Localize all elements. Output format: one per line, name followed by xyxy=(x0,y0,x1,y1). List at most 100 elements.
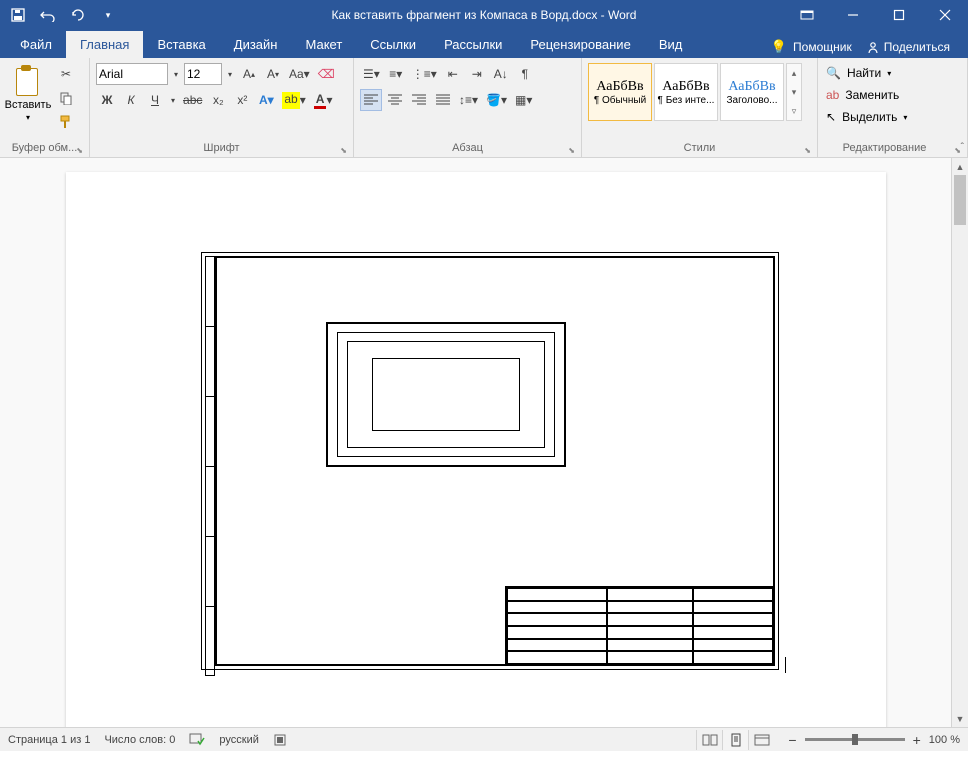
strikethrough-button[interactable]: abc xyxy=(180,89,205,111)
scrollbar-thumb[interactable] xyxy=(954,175,966,225)
close-icon[interactable] xyxy=(922,0,968,30)
underline-dropdown-icon[interactable]: ▾ xyxy=(168,89,178,111)
page xyxy=(66,172,886,727)
styles-down-icon[interactable]: ▾ xyxy=(787,83,801,101)
status-bar: Страница 1 из 1 Число слов: 0 русский − … xyxy=(0,727,968,751)
style-preview: АаБбВв xyxy=(728,79,775,95)
sort-icon[interactable]: A↓ xyxy=(490,63,512,85)
subscript-button[interactable]: x₂ xyxy=(207,89,229,111)
find-button[interactable]: 🔍 Найти ▾ xyxy=(826,63,908,83)
undo-icon[interactable] xyxy=(36,3,60,27)
style-no-spacing[interactable]: АаБбВв ¶ Без инте... xyxy=(654,63,718,121)
underline-button[interactable]: Ч xyxy=(144,89,166,111)
print-layout-icon[interactable] xyxy=(722,730,748,750)
style-name: Заголово... xyxy=(727,95,778,106)
view-buttons xyxy=(696,730,774,750)
embedded-drawing[interactable] xyxy=(201,252,779,670)
font-name-combo[interactable] xyxy=(96,63,168,85)
clipboard-icon xyxy=(12,65,44,97)
spellcheck-icon[interactable] xyxy=(189,733,205,747)
vertical-scrollbar[interactable]: ▲ ▼ xyxy=(951,158,968,727)
bold-button[interactable]: Ж xyxy=(96,89,118,111)
align-right-icon[interactable] xyxy=(408,89,430,111)
style-preview: АаБбВв xyxy=(662,79,709,95)
bullets-icon[interactable]: ☰▾ xyxy=(360,63,383,85)
zoom-out-button[interactable]: − xyxy=(788,732,796,748)
word-count[interactable]: Число слов: 0 xyxy=(104,734,175,746)
numbering-icon[interactable]: ≡▾ xyxy=(385,63,407,85)
redo-icon[interactable] xyxy=(66,3,90,27)
font-size-dropdown-icon[interactable]: ▾ xyxy=(224,63,236,85)
format-painter-icon[interactable] xyxy=(55,111,77,133)
window-title: Как вставить фрагмент из Компаса в Ворд.… xyxy=(332,8,637,22)
shading-icon[interactable]: 🪣▾ xyxy=(483,89,510,111)
macro-icon[interactable] xyxy=(273,733,287,747)
borders-icon[interactable]: ▦▾ xyxy=(512,89,535,111)
text-effects-icon[interactable]: A▾ xyxy=(255,89,277,111)
tab-design[interactable]: Дизайн xyxy=(220,31,292,58)
zoom-in-button[interactable]: + xyxy=(913,732,921,748)
read-mode-icon[interactable] xyxy=(696,730,722,750)
justify-icon[interactable] xyxy=(432,89,454,111)
show-marks-icon[interactable]: ¶ xyxy=(514,63,536,85)
ribbon-tabs: Файл Главная Вставка Дизайн Макет Ссылки… xyxy=(0,30,968,58)
styles-more-icon[interactable]: ▿ xyxy=(787,102,801,120)
tell-me-field[interactable]: Помощник xyxy=(793,40,852,54)
scroll-down-icon[interactable]: ▼ xyxy=(952,710,968,727)
tab-references[interactable]: Ссылки xyxy=(356,31,430,58)
ribbon: Вставить ▾ ✂ Буфер обм... ▾ ▾ A▴ xyxy=(0,58,968,158)
tab-view[interactable]: Вид xyxy=(645,31,697,58)
multilevel-icon[interactable]: ⋮≡▾ xyxy=(409,63,440,85)
replace-label: Заменить xyxy=(845,88,899,102)
ribbon-display-icon[interactable] xyxy=(784,0,830,30)
group-clipboard: Вставить ▾ ✂ Буфер обм... xyxy=(0,58,90,157)
cut-icon[interactable]: ✂ xyxy=(55,63,77,85)
font-color-icon[interactable]: A▾ xyxy=(311,89,336,111)
line-spacing-icon[interactable]: ↕≡▾ xyxy=(456,89,481,111)
font-size-combo[interactable] xyxy=(184,63,222,85)
minimize-icon[interactable] xyxy=(830,0,876,30)
paste-button[interactable]: Вставить ▾ xyxy=(4,61,52,122)
page-indicator[interactable]: Страница 1 из 1 xyxy=(8,734,90,746)
replace-button[interactable]: ab Заменить xyxy=(826,85,908,105)
style-normal[interactable]: АаБбВв ¶ Обычный xyxy=(588,63,652,121)
web-layout-icon[interactable] xyxy=(748,730,774,750)
select-button[interactable]: ↖ Выделить ▾ xyxy=(826,107,908,127)
style-name: ¶ Обычный xyxy=(594,95,646,106)
font-name-dropdown-icon[interactable]: ▾ xyxy=(170,63,182,85)
tab-insert[interactable]: Вставка xyxy=(143,31,219,58)
tab-file[interactable]: Файл xyxy=(6,31,66,58)
tab-review[interactable]: Рецензирование xyxy=(516,31,644,58)
increase-indent-icon[interactable]: ⇥ xyxy=(466,63,488,85)
tab-mailings[interactable]: Рассылки xyxy=(430,31,516,58)
decrease-indent-icon[interactable]: ⇤ xyxy=(442,63,464,85)
document-viewport[interactable] xyxy=(0,158,951,727)
tab-layout[interactable]: Макет xyxy=(291,31,356,58)
clear-formatting-icon[interactable]: ⌫ xyxy=(315,63,338,85)
style-heading1[interactable]: АаБбВв Заголово... xyxy=(720,63,784,121)
style-preview: АаБбВв xyxy=(596,79,643,95)
highlight-icon[interactable]: ab▾ xyxy=(279,89,308,111)
select-label: Выделить xyxy=(842,110,897,124)
styles-up-icon[interactable]: ▴ xyxy=(787,64,801,82)
shrink-font-icon[interactable]: A▾ xyxy=(262,63,284,85)
tab-home[interactable]: Главная xyxy=(66,31,143,58)
align-center-icon[interactable] xyxy=(384,89,406,111)
qat-customize-icon[interactable]: ▾ xyxy=(96,3,120,27)
scroll-up-icon[interactable]: ▲ xyxy=(952,158,968,175)
grow-font-icon[interactable]: A▴ xyxy=(238,63,260,85)
language-indicator[interactable]: русский xyxy=(219,734,258,746)
save-icon[interactable] xyxy=(6,3,30,27)
zoom-slider[interactable] xyxy=(805,738,905,741)
search-icon: 🔍 xyxy=(826,66,841,80)
change-case-icon[interactable]: Aa▾ xyxy=(286,63,313,85)
copy-icon[interactable] xyxy=(55,87,77,109)
share-button[interactable]: Поделиться xyxy=(858,36,958,58)
superscript-button[interactable]: x² xyxy=(231,89,253,111)
collapse-ribbon-icon[interactable]: ˆ xyxy=(961,142,964,153)
title-bar: ▾ Как вставить фрагмент из Компаса в Вор… xyxy=(0,0,968,30)
zoom-level[interactable]: 100 % xyxy=(929,734,960,746)
maximize-icon[interactable] xyxy=(876,0,922,30)
align-left-icon[interactable] xyxy=(360,89,382,111)
italic-button[interactable]: К xyxy=(120,89,142,111)
